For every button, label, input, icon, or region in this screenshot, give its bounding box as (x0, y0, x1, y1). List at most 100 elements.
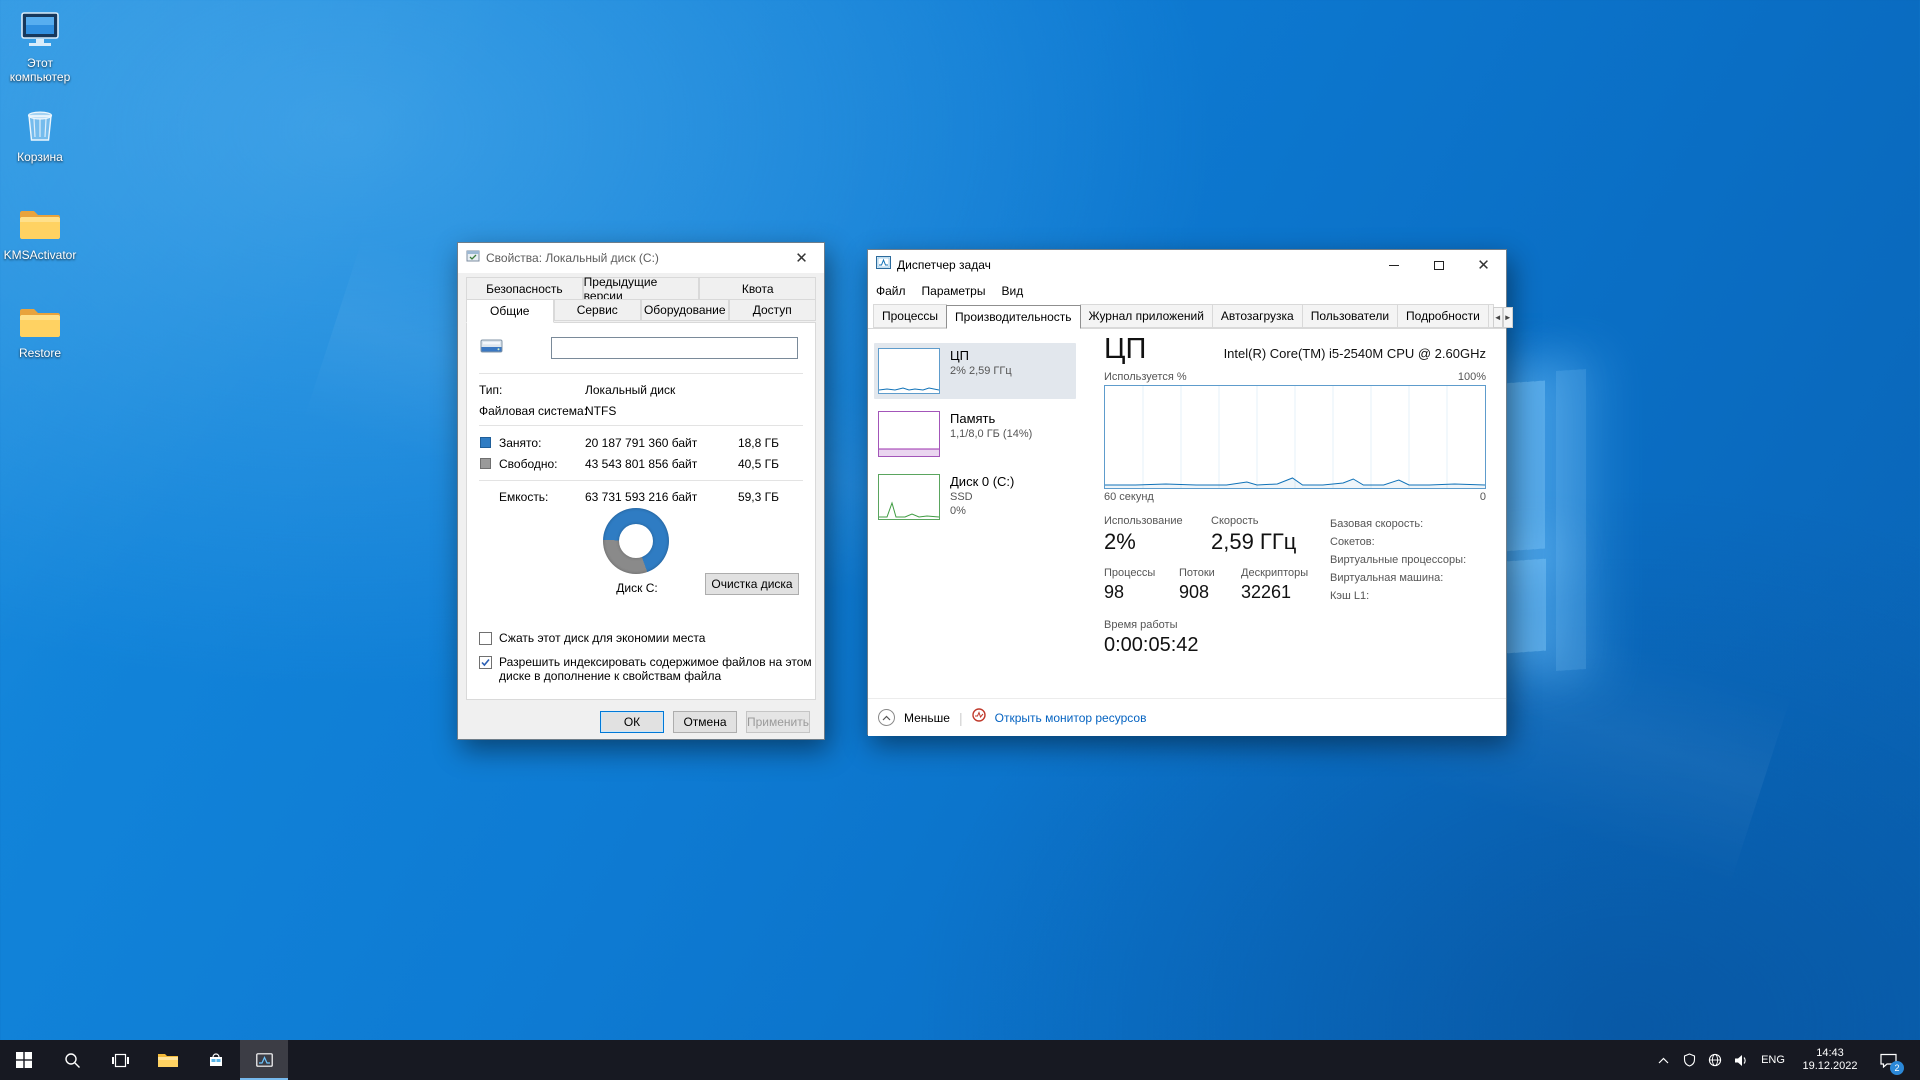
used-label: Занято: (499, 436, 541, 450)
volume-label-input[interactable] (551, 337, 798, 359)
index-checkbox-row[interactable]: Разрешить индексировать содержимое файло… (479, 655, 815, 683)
type-value: Локальный диск (585, 383, 675, 397)
language-indicator[interactable]: ENG (1755, 1054, 1791, 1066)
l1-cache-label: Кэш L1: (1330, 587, 1466, 605)
maximize-button[interactable] (1416, 250, 1461, 280)
virtual-processors-label: Виртуальные процессоры: (1330, 551, 1466, 569)
desktop-icon-label: Корзина (17, 150, 63, 164)
file-explorer-icon (158, 1052, 178, 1068)
security-tray-button[interactable] (1677, 1040, 1701, 1080)
used-bytes: 20 187 791 360 байт (585, 436, 697, 450)
minimize-button[interactable] (1371, 250, 1416, 280)
chevron-up-icon (882, 715, 891, 721)
search-button[interactable] (48, 1040, 96, 1080)
tab-tools[interactable]: Сервис (554, 299, 642, 321)
sockets-label: Сокетов: (1330, 533, 1466, 551)
tab-startup[interactable]: Автозагрузка (1212, 304, 1303, 328)
task-manager-app-icon (876, 255, 891, 275)
task-manager-titlebar[interactable]: Диспетчер задач ✕ (868, 250, 1506, 280)
desktop-icon-restore[interactable]: Restore (0, 304, 84, 360)
compress-checkbox[interactable] (479, 632, 492, 645)
sidebar-cpu-label: ЦП (950, 348, 1012, 364)
tab-details[interactable]: Подробности (1397, 304, 1489, 328)
disk-mini-graph (878, 474, 940, 520)
dialog-titlebar[interactable]: Свойства: Локальный диск (C:) ✕ (458, 243, 824, 273)
drive-icon (480, 336, 504, 361)
tab-security[interactable]: Безопасность (466, 277, 583, 299)
network-tray-button[interactable] (1703, 1040, 1727, 1080)
task-view-button[interactable] (96, 1040, 144, 1080)
wallpaper-logo-pane (1506, 559, 1546, 654)
disk-cleanup-button[interactable]: Очистка диска (705, 573, 799, 595)
index-checkbox-label: Разрешить индексировать содержимое файло… (499, 655, 815, 683)
notification-badge: 2 (1890, 1061, 1904, 1075)
divider (479, 480, 803, 481)
tab-quota[interactable]: Квота (699, 277, 816, 299)
desktop-icon-label: Этот компьютер (0, 56, 84, 84)
open-resource-monitor-link[interactable]: Открыть монитор ресурсов (995, 711, 1147, 725)
menu-view[interactable]: Вид (993, 280, 1031, 302)
type-label: Тип: (479, 383, 502, 397)
divider (479, 373, 803, 374)
store-app-button[interactable] (192, 1040, 240, 1080)
capacity-gb: 59,3 ГБ (705, 490, 779, 504)
desktop-icon-this-pc[interactable]: Этот компьютер (0, 12, 84, 84)
tab-sharing[interactable]: Доступ (729, 299, 817, 321)
divider (479, 425, 803, 426)
action-center-button[interactable]: 2 (1869, 1040, 1907, 1080)
tab-general[interactable]: Общие (466, 299, 554, 323)
sidebar-item-cpu[interactable]: ЦП 2% 2,59 ГГц (874, 343, 1076, 399)
shield-icon (1683, 1053, 1696, 1067)
tab-app-history[interactable]: Журнал приложений (1080, 304, 1213, 328)
tab-scroll-left-icon[interactable]: ◄ (1493, 307, 1503, 328)
desktop-icon-kmsactivator[interactable]: KMSActivator (0, 206, 84, 262)
task-view-icon (112, 1053, 129, 1068)
capacity-label: Емкость: (499, 490, 548, 504)
property-tabs: Безопасность Предыдущие версии Квота Общ… (466, 277, 816, 322)
handles-label: Дескрипторы (1241, 567, 1308, 579)
cancel-button[interactable]: Отмена (673, 711, 737, 733)
dialog-close-button[interactable]: ✕ (779, 243, 824, 273)
index-checkbox-checked[interactable] (479, 656, 492, 669)
tab-users[interactable]: Пользователи (1302, 304, 1398, 328)
desktop-icon-recycle-bin[interactable]: Корзина (0, 104, 84, 164)
menu-options[interactable]: Параметры (914, 280, 994, 302)
cpu-pane-title: ЦП (1104, 333, 1146, 365)
tab-hardware[interactable]: Оборудование (641, 299, 729, 321)
divider: | (959, 710, 963, 726)
file-explorer-button[interactable] (144, 1040, 192, 1080)
free-bytes: 43 543 801 856 байт (585, 457, 697, 471)
desktop-icon-label: KMSActivator (4, 248, 77, 262)
task-manager-taskbar-button[interactable] (240, 1040, 288, 1080)
filesystem-label: Файловая система: (479, 404, 587, 418)
sidebar-item-memory[interactable]: Память 1,1/8,0 ГБ (14%) (874, 406, 1076, 462)
resource-monitor-icon (972, 708, 986, 727)
volume-tray-button[interactable] (1729, 1040, 1753, 1080)
apply-button[interactable]: Применить (746, 711, 810, 733)
tab-processes[interactable]: Процессы (873, 304, 947, 328)
processes-label: Процессы (1104, 567, 1155, 579)
fewer-details-label[interactable]: Меньше (904, 711, 950, 725)
tab-scroll-right-icon[interactable]: ► (1503, 307, 1513, 328)
sidebar-item-disk0[interactable]: Диск 0 (C:) SSD 0% (874, 469, 1076, 525)
graph-zero-label: 0 (1480, 491, 1486, 503)
close-button[interactable]: ✕ (1461, 250, 1506, 280)
graph-time-label: 60 секунд (1104, 491, 1154, 503)
fewer-details-button[interactable] (878, 709, 895, 726)
free-label: Свободно: (499, 457, 558, 471)
threads-value: 908 (1179, 582, 1209, 603)
tab-performance[interactable]: Производительность (946, 305, 1080, 329)
close-icon: ✕ (795, 251, 808, 266)
start-button[interactable] (0, 1040, 48, 1080)
capacity-bytes: 63 731 593 216 байт (585, 490, 697, 504)
sidebar-disk-detail: SSD (950, 490, 1014, 504)
tray-expand-button[interactable] (1651, 1040, 1675, 1080)
compress-checkbox-row[interactable]: Сжать этот диск для экономии места (479, 631, 705, 645)
speed-label: Скорость (1211, 515, 1259, 527)
ok-button[interactable]: ОК (600, 711, 664, 733)
menu-file[interactable]: Файл (868, 280, 914, 302)
cpu-usage-graph (1104, 385, 1486, 489)
clock[interactable]: 14:43 19.12.2022 (1793, 1047, 1867, 1073)
task-manager-window: Диспетчер задач ✕ Файл Параметры Вид Про… (867, 249, 1507, 735)
tab-previous-versions[interactable]: Предыдущие версии (583, 277, 700, 299)
